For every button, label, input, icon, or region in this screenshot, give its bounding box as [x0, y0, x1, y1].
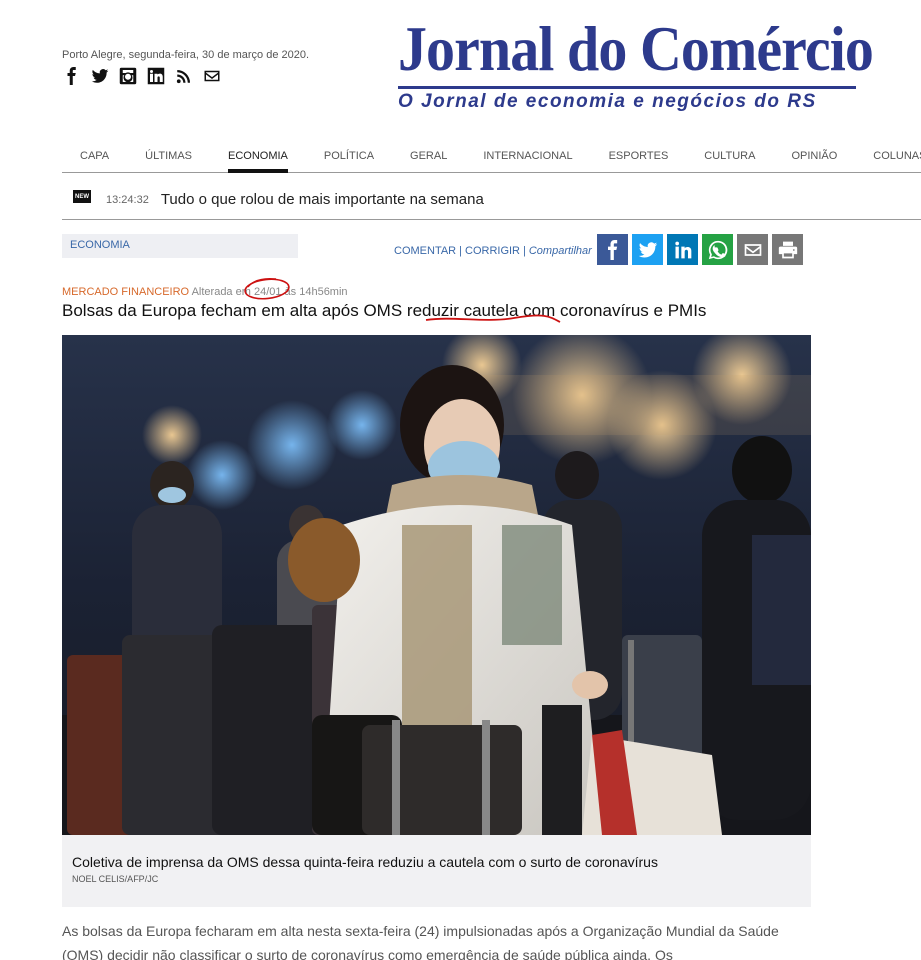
main-nav: CAPA ÚLTIMAS ECONOMIA POLÍTICA GERAL INT…: [62, 140, 921, 173]
nav-item-internacional[interactable]: INTERNACIONAL: [483, 140, 572, 172]
article-actions: COMENTAR | CORRIGIR | Compartilhar: [394, 245, 592, 257]
nav-item-ultimas[interactable]: ÚLTIMAS: [145, 140, 192, 172]
site-logo[interactable]: Jornal do Comércio O Jornal de economia …: [398, 14, 874, 113]
mail-icon[interactable]: [202, 66, 222, 86]
photo-credit: NOEL CELIS/AFP/JC: [72, 874, 159, 884]
photo-caption: Coletiva de imprensa da OMS dessa quinta…: [72, 854, 658, 870]
news-ticker: NEW 13:24:32 Tudo o que rolou de mais im…: [62, 180, 921, 220]
share-buttons: [597, 234, 803, 265]
linkedin-share-icon[interactable]: [667, 234, 698, 265]
nav-item-esportes[interactable]: ESPORTES: [609, 140, 669, 172]
correct-link[interactable]: CORRIGIR: [465, 245, 520, 257]
nav-item-politica[interactable]: POLÍTICA: [324, 140, 374, 172]
article-category-link[interactable]: MERCADO FINANCEIRO: [62, 286, 189, 298]
nav-item-colunas[interactable]: COLUNAS: [873, 140, 921, 172]
linkedin-icon[interactable]: [146, 66, 166, 86]
altered-suffix: às 14h56min: [284, 286, 348, 298]
photo-caption-box: Coletiva de imprensa da OMS dessa quinta…: [62, 835, 811, 907]
article-photo: [62, 335, 811, 835]
date-line: Porto Alegre, segunda-feira, 30 de março…: [62, 49, 310, 61]
comment-link[interactable]: COMENTAR: [394, 245, 456, 257]
article-headline: Bolsas da Europa fecham em alta após OMS…: [62, 301, 706, 321]
article-body: As bolsas da Europa fecharam em alta nes…: [62, 923, 779, 960]
nav-item-opiniao[interactable]: OPINIÃO: [791, 140, 837, 172]
logo-subtitle: O Jornal de economia e negócios do RS: [398, 91, 817, 112]
altered-prefix: Alterada em: [191, 286, 251, 298]
nav-item-economia[interactable]: ECONOMIA: [228, 140, 288, 173]
separator: |: [459, 245, 462, 257]
facebook-icon[interactable]: [62, 66, 82, 86]
facebook-share-icon[interactable]: [597, 234, 628, 265]
share-label: Compartilhar: [528, 245, 592, 257]
separator: |: [523, 245, 526, 257]
twitter-share-icon[interactable]: [632, 234, 663, 265]
ticker-headline-link[interactable]: Tudo o que rolou de mais importante na s…: [161, 191, 484, 208]
headline-highlight: reduzir cautela: [406, 301, 519, 320]
headline-part-1: Bolsas da Europa fecham em alta após OMS: [62, 301, 407, 320]
headline-part-2: com coronavírus e PMIs: [518, 301, 707, 320]
logo-title: Jornal do Comércio: [398, 14, 874, 84]
new-badge: NEW: [73, 190, 91, 203]
nav-item-cultura[interactable]: CULTURA: [704, 140, 755, 172]
article-meta: MERCADO FINANCEIRO Alterada em 24/01 às …: [62, 286, 348, 298]
twitter-icon[interactable]: [90, 66, 110, 86]
print-share-icon[interactable]: [772, 234, 803, 265]
nav-item-capa[interactable]: CAPA: [80, 140, 109, 172]
whatsapp-share-icon[interactable]: [702, 234, 733, 265]
altered-date: 24/01: [253, 286, 282, 298]
social-links: [62, 66, 222, 86]
ticker-time: 13:24:32: [106, 193, 149, 206]
instagram-icon[interactable]: [118, 66, 138, 86]
rss-icon[interactable]: [174, 66, 194, 86]
nav-item-geral[interactable]: GERAL: [410, 140, 447, 172]
email-share-icon[interactable]: [737, 234, 768, 265]
section-label[interactable]: ECONOMIA: [62, 234, 298, 258]
logo-divider: [398, 86, 856, 89]
